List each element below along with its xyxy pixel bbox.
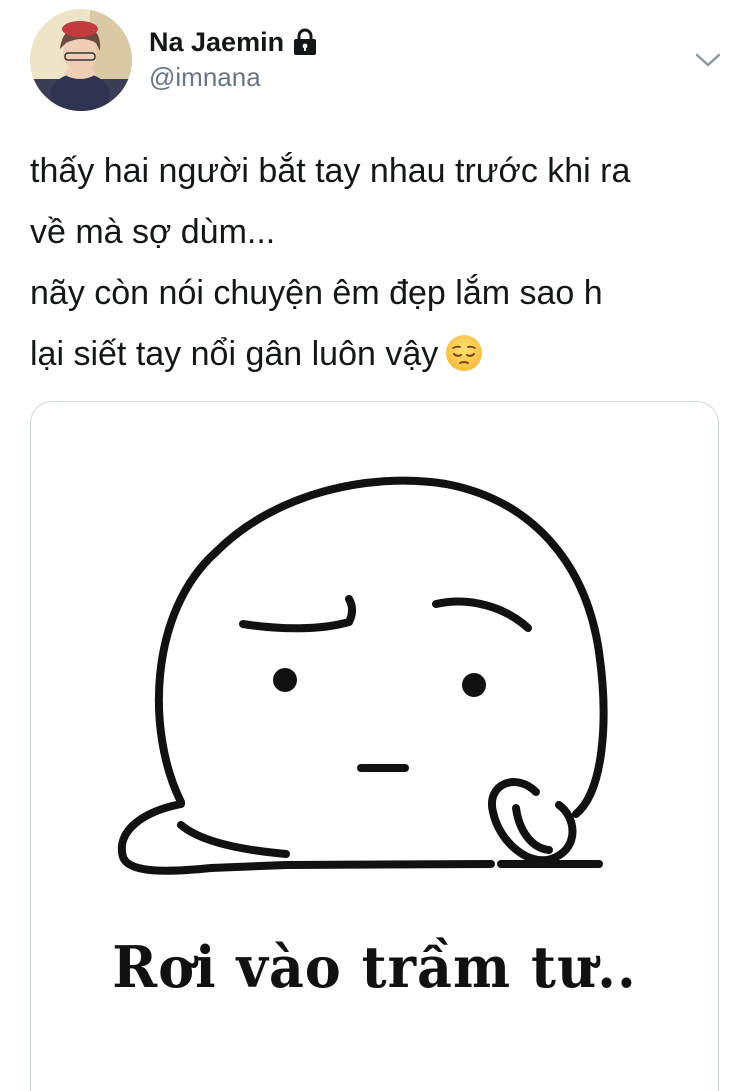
tweet-text: thấy hai người bắt tay nhau trước khi ra… [30,141,730,385]
chevron-down-icon[interactable] [692,44,724,76]
tweet-text-line: thấy hai người bắt tay nhau trước khi ra [30,152,631,190]
author-name-row: Na Jaemin [149,25,318,59]
avatar[interactable] [30,9,132,111]
tweet-text-line-with-emoji: lại siết tay nổi gân luôn vậy [30,324,730,385]
author-handle[interactable]: @imnana [149,61,261,93]
tweet-text-line: nãy còn nói chuyện êm đẹp lắm sao h [30,274,603,312]
tweet-media-image[interactable]: Rơi vào trầm tư.. [30,401,719,1091]
lock-icon [292,27,318,57]
pensive-face-icon [444,332,484,372]
tweet: Na Jaemin @imnana thấy hai người bắt tay… [0,0,750,1091]
avatar-image [30,9,132,111]
media-caption: Rơi vào trầm tư.. [112,933,637,1001]
author-display-name[interactable]: Na Jaemin [149,25,284,59]
tweet-text-line: lại siết tay nổi gân luôn vậy [30,335,439,373]
tweet-text-line: về mà sợ dùm... [30,213,276,251]
